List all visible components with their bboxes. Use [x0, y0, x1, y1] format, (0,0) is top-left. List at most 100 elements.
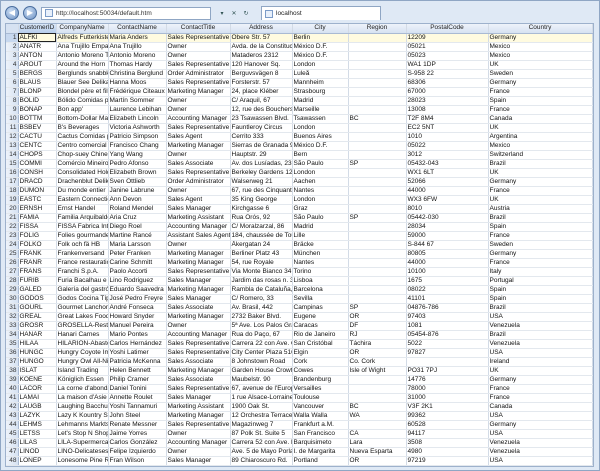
grid-cell[interactable]: Bon app': [56, 105, 109, 115]
grid-cell[interactable]: Kirchgasse 6: [230, 204, 293, 214]
table-row[interactable]: 25 FRANK Frankenversand Peter Franken Market…: [6, 249, 593, 259]
grid-cell[interactable]: Yoshi Latimer: [108, 348, 167, 358]
grid-cell[interactable]: Barquisimeto: [292, 438, 349, 448]
grid-cell[interactable]: EASTC: [18, 195, 57, 205]
row-number[interactable]: 47: [6, 447, 19, 457]
grid-cell[interactable]: 05454-876: [406, 330, 489, 340]
grid-cell[interactable]: Lille: [292, 231, 349, 241]
row-number[interactable]: 23: [6, 231, 19, 241]
grid-cell[interactable]: Martín Sommer: [108, 96, 167, 106]
grid-cell[interactable]: Germany: [488, 375, 593, 385]
grid-cell[interactable]: Mexico: [488, 141, 593, 151]
grid-cell[interactable]: Brazil: [488, 213, 593, 223]
grid-cell[interactable]: Renate Messner: [108, 420, 167, 430]
grid-cell[interactable]: Mexico: [488, 51, 593, 61]
grid-cell[interactable]: Elizabeth Lincoln: [108, 114, 167, 124]
grid-cell[interactable]: Thomas Hardy: [108, 60, 167, 70]
grid-cell[interactable]: Sales Representative: [166, 267, 231, 277]
grid-cell[interactable]: ERNSH: [18, 204, 57, 214]
grid-cell[interactable]: Ana Trujillo: [108, 42, 167, 52]
grid-cell[interactable]: Av. Brasil, 442: [230, 303, 293, 313]
grid-cell[interactable]: Accounting Manager: [166, 114, 231, 124]
grid-cell[interactable]: 67, rue des Cinquante Otages: [230, 186, 293, 196]
grid-cell[interactable]: [348, 276, 407, 286]
table-row[interactable]: 9 BONAP Bon app' Laurence Lebihan Owner 12, r…: [6, 105, 593, 115]
grid-cell[interactable]: Order Administrator: [166, 177, 231, 187]
grid-cell[interactable]: Lazy K Kountry Store: [56, 411, 109, 421]
grid-cell[interactable]: WX3 6FW: [406, 195, 489, 205]
grid-cell[interactable]: WA: [348, 411, 407, 421]
grid-cell[interactable]: Martine Rancé: [108, 231, 167, 241]
row-number[interactable]: 6: [6, 78, 19, 88]
row-number[interactable]: 28: [6, 276, 19, 286]
grid-cell[interactable]: BONAP: [18, 105, 57, 115]
grid-cell[interactable]: 54, rue Royale: [230, 258, 293, 268]
grid-cell[interactable]: 44000: [406, 186, 489, 196]
refresh-icon[interactable]: ↻: [241, 8, 251, 18]
table-row[interactable]: 48LONEPLonesome Pine RestaurantFran Wils…: [6, 456, 593, 466]
grid-cell[interactable]: Brazil: [488, 330, 593, 340]
grid-cell[interactable]: HANAR: [18, 330, 57, 340]
grid-cell[interactable]: UK: [488, 366, 593, 376]
grid-cell[interactable]: 05021: [406, 42, 489, 52]
grid-cell[interactable]: Hungry Owl All-Night Grocers: [56, 357, 109, 367]
column-header[interactable]: Region: [348, 24, 407, 34]
table-row[interactable]: 32GREALGreat Lakes Food MarketHoward Sny…: [6, 312, 593, 322]
grid-cell[interactable]: LAZYK: [18, 411, 57, 421]
grid-cell[interactable]: Sales Representative: [166, 60, 231, 70]
table-row[interactable]: 8BOLIDBólido Comidas preparadasMartín So…: [6, 96, 593, 106]
grid-cell[interactable]: Lino Rodriguez: [108, 276, 167, 286]
grid-cell[interactable]: México D.F.: [292, 141, 349, 151]
grid-cell[interactable]: FOLKO: [18, 240, 57, 250]
grid-cell[interactable]: 12209: [406, 33, 489, 43]
grid-cell[interactable]: 87 Polk St. Suite 5: [230, 429, 293, 439]
grid-cell[interactable]: Portugal: [488, 276, 593, 286]
grid-cell[interactable]: Rua do Paço, 67: [230, 330, 293, 340]
grid-cell[interactable]: Åkergatan 24: [230, 240, 293, 250]
grid-cell[interactable]: 2732 Baker Blvd.: [230, 312, 293, 322]
grid-cell[interactable]: [348, 231, 407, 241]
grid-cell[interactable]: City Center Plaza 516: [230, 348, 293, 358]
grid-cell[interactable]: [348, 105, 407, 115]
grid-cell[interactable]: Du monde entier: [56, 186, 109, 196]
grid-cell[interactable]: Venezuela: [488, 438, 593, 448]
grid-cell[interactable]: Ernst Handel: [56, 204, 109, 214]
grid-cell[interactable]: San Francisco: [292, 429, 349, 439]
grid-cell[interactable]: Avda. de la Constitución: [230, 42, 293, 52]
table-row[interactable]: 36HUNGCHungry Coyote Import StoreYoshi L…: [6, 348, 593, 358]
grid-cell[interactable]: Marketing Manager: [166, 366, 231, 376]
grid-cell[interactable]: Sales Associate: [166, 357, 231, 367]
grid-cell[interactable]: BOLID: [18, 96, 57, 106]
grid-cell[interactable]: 35 King George: [230, 195, 293, 205]
grid-cell[interactable]: Hanari Carnes: [56, 330, 109, 340]
grid-cell[interactable]: Marseille: [292, 105, 349, 115]
grid-cell[interactable]: Marketing Manager: [166, 87, 231, 97]
grid-cell[interactable]: Mataderos 2312: [230, 51, 293, 61]
grid-cell[interactable]: 28034: [406, 222, 489, 232]
grid-cell[interactable]: AROUT: [18, 60, 57, 70]
grid-cell[interactable]: CONSH: [18, 168, 57, 178]
grid-cell[interactable]: 3012: [406, 150, 489, 160]
grid-cell[interactable]: Brazil: [488, 159, 593, 169]
grid-cell[interactable]: Daniel Tonini: [108, 384, 167, 394]
grid-cell[interactable]: LILAS: [18, 438, 57, 448]
grid-cell[interactable]: 94117: [406, 429, 489, 439]
grid-cell[interactable]: Owner: [166, 150, 231, 160]
grid-cell[interactable]: 67000: [406, 87, 489, 97]
grid-cell[interactable]: BC: [348, 114, 407, 124]
grid-cell[interactable]: Giovanni Rovelli: [108, 465, 167, 466]
grid-cell[interactable]: Island Trading: [56, 366, 109, 376]
grid-cell[interactable]: Sweden: [488, 240, 593, 250]
grid-cell[interactable]: OR: [348, 312, 407, 322]
grid-cell[interactable]: 12 Orchestra Terrace: [230, 411, 293, 421]
grid-cell[interactable]: Annette Roulet: [108, 393, 167, 403]
grid-cell[interactable]: CA: [348, 429, 407, 439]
grid-cell[interactable]: São Paulo: [292, 213, 349, 223]
grid-cell[interactable]: [348, 285, 407, 295]
grid-cell[interactable]: Cerrito 333: [230, 132, 293, 142]
grid-cell[interactable]: [348, 186, 407, 196]
grid-cell[interactable]: UK: [488, 123, 593, 133]
grid-cell[interactable]: Sales Agent: [166, 195, 231, 205]
column-header[interactable]: PostalCode: [406, 24, 489, 34]
grid-cell[interactable]: C/ Moralzarzal, 86: [230, 222, 293, 232]
